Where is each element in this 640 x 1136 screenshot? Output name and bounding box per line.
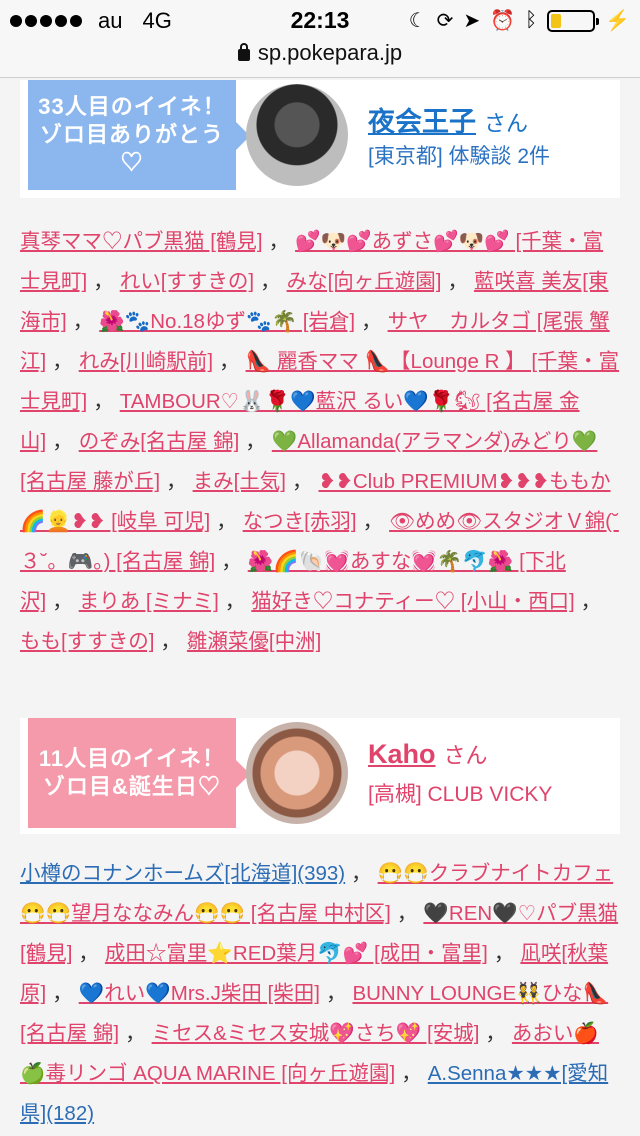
separator: ，	[292, 470, 313, 493]
separator: ，	[221, 550, 242, 573]
separator: ，	[52, 350, 73, 373]
liked-girl-link[interactable]: 猫好き♡コナティー♡ [小山・西口]	[251, 590, 574, 613]
user-name-row: Kaho さん	[368, 738, 488, 770]
user-meta: [東京都] 体験談 2件	[368, 145, 551, 168]
liked-girls-list: 小樽のコナンホームズ[北海道](393)， 😷😷クラブナイトカフェ😷😷望月ななみん…	[20, 854, 620, 1134]
separator: ，	[361, 310, 382, 333]
separator: ，	[580, 590, 602, 613]
separator: ，	[325, 982, 347, 1005]
separator: ，	[224, 590, 246, 613]
separator: ，	[52, 430, 73, 453]
user-name-link[interactable]: 夜会王子	[368, 107, 476, 137]
avatar[interactable]	[246, 84, 348, 186]
liked-girl-link[interactable]: まりあ [ミナミ]	[79, 590, 219, 613]
liked-girl-link[interactable]: なつき[赤羽]	[243, 510, 357, 533]
liked-girl-link[interactable]: 🌺🐾No.18ゆず🐾🌴 [岩倉]	[99, 310, 355, 333]
separator: ，	[160, 630, 181, 653]
url-text: sp.pokepara.jp	[257, 40, 403, 65]
liked-girl-link[interactable]: ミセス&ミセス安城💖さち💖 [安城]	[152, 1022, 480, 1045]
liked-girls-list: 真琴ママ♡パブ黒猫 [鶴見]， 💕🐶💕あずさ💕🐶💕 [千葉・富士見町]，れい[すす…	[20, 222, 620, 662]
separator: ，	[72, 310, 94, 333]
like-count-badge: 33人目のイイネ！ゾロ目ありがとう♡	[28, 80, 250, 190]
avatar[interactable]	[246, 722, 348, 824]
charging-icon: ⚡	[605, 10, 630, 32]
separator: ，	[485, 1022, 506, 1045]
separator: ，	[351, 862, 372, 885]
separator: ，	[268, 230, 290, 253]
location-icon: ➤	[463, 10, 481, 32]
liked-girl-link[interactable]: 💙れい💙Mrs.J柴田 [柴田]	[79, 982, 320, 1005]
like-count-badge: 11人目のイイネ！ゾロ目&誕生日♡	[28, 718, 250, 828]
liked-girl-link[interactable]: 雛瀬菜優[中洲]	[187, 630, 321, 653]
separator: ，	[447, 270, 469, 293]
separator: ，	[401, 1062, 422, 1085]
separator: ，	[125, 1022, 146, 1045]
separator: ，	[493, 942, 515, 965]
separator: ，	[396, 902, 418, 925]
liked-girl-link[interactable]: れい[すすきの]	[120, 270, 254, 293]
user-meta: [高槻] CLUB VICKY	[368, 783, 553, 806]
liked-girl-link[interactable]: のぞみ[名古屋 錦]	[79, 430, 240, 453]
separator: ，	[362, 510, 384, 533]
separator: ，	[216, 510, 237, 533]
separator: ，	[260, 270, 281, 293]
liked-girl-link[interactable]: 成田☆富里⭐RED葉月🐬💕 [成田・富里]	[105, 942, 488, 965]
user-name-row: 夜会王子 さん	[368, 100, 528, 139]
address-bar[interactable]: sp.pokepara.jp	[0, 40, 640, 78]
liked-girl-link[interactable]: まみ[土気]	[193, 470, 286, 493]
lock-icon	[237, 43, 250, 61]
like-card: 11人目のイイネ！ゾロ目&誕生日♡ Kaho さん [高槻] CLUB VICKY	[20, 718, 620, 834]
liked-girl-link[interactable]: もも[すすきの]	[20, 630, 154, 653]
like-card: 33人目のイイネ！ゾロ目ありがとう♡ 夜会王子 さん [東京都] 体験談 2件	[20, 80, 620, 198]
honorific: さん	[443, 743, 488, 768]
liked-girl-link[interactable]: れみ[川崎駅前]	[79, 350, 213, 373]
separator: ，	[78, 942, 99, 965]
separator: ，	[52, 982, 73, 1005]
moon-icon: ☾	[408, 10, 427, 32]
liked-girl-link[interactable]: みな[向ヶ丘遊園]	[287, 270, 442, 293]
separator: ，	[52, 590, 73, 613]
bluetooth-icon: ᛒ	[525, 9, 538, 31]
liked-girl-link[interactable]: 小樽のコナンホームズ[北海道](393)	[20, 862, 345, 885]
honorific: さん	[484, 111, 529, 136]
separator: ，	[245, 430, 266, 453]
separator: ，	[93, 390, 114, 413]
separator: ，	[166, 470, 187, 493]
liked-girl-link[interactable]: 真琴ママ♡パブ黒猫 [鶴見]	[20, 230, 263, 253]
status-bar: au 4G 22:13 ☾ ⟳ ➤ ⏰ ᛒ ⚡	[0, 0, 640, 40]
separator: ，	[219, 350, 240, 373]
user-name-link[interactable]: Kaho	[368, 739, 436, 769]
battery-icon	[547, 9, 600, 32]
alarm-icon: ⏰	[490, 10, 516, 32]
separator: ，	[93, 270, 114, 293]
rotation-lock-icon: ⟳	[436, 10, 454, 32]
